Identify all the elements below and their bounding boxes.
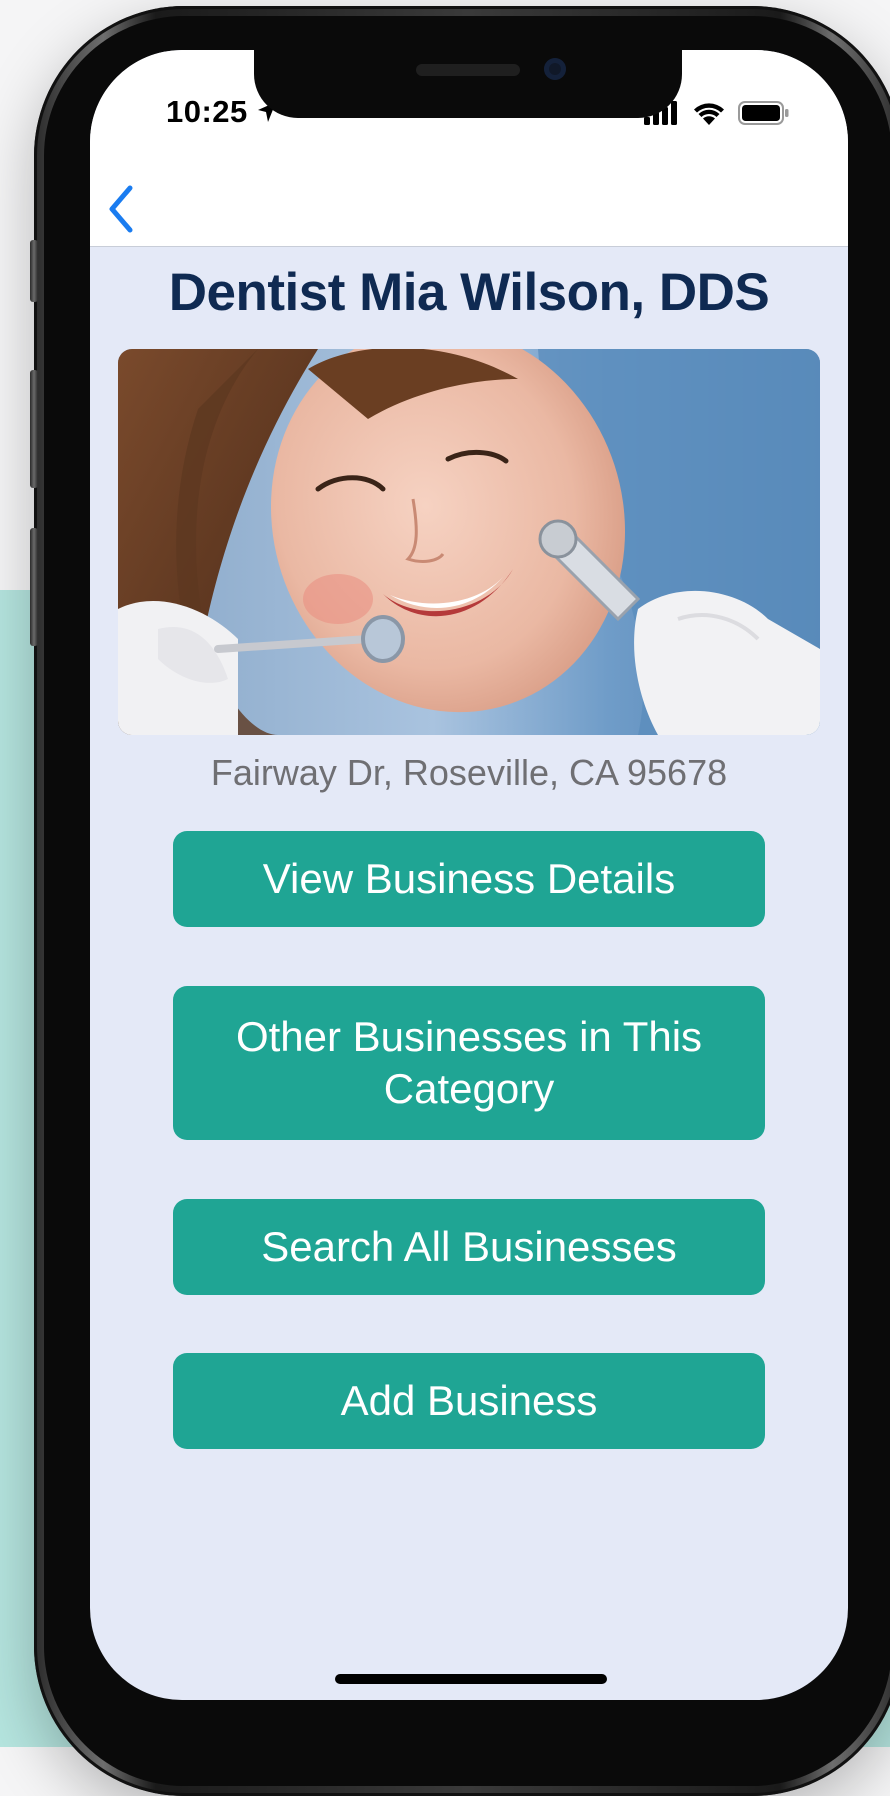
add-business-button[interactable]: Add Business <box>173 1353 765 1449</box>
business-title: Dentist Mia Wilson, DDS <box>168 263 770 322</box>
wifi-icon <box>692 100 726 131</box>
business-photo <box>118 349 820 735</box>
status-bar: 10:25 <box>90 50 848 170</box>
front-camera <box>544 58 566 80</box>
other-businesses-button[interactable]: Other Businesses in This Category <box>173 986 765 1140</box>
chevron-left-icon <box>102 185 142 238</box>
silent-switch <box>30 240 38 302</box>
camera-notch <box>254 50 682 118</box>
view-business-details-button[interactable]: View Business Details <box>173 831 765 927</box>
earpiece-speaker <box>416 64 520 76</box>
back-button[interactable] <box>102 184 142 234</box>
app-screen: 10:25 Dentist Mia Wilson, DDS Fairway Dr… <box>90 50 848 1700</box>
other-businesses-label: Other Businesses in This Category <box>235 1012 703 1113</box>
navigation-bar <box>90 170 848 247</box>
volume-up-button <box>30 370 38 488</box>
battery-icon <box>738 101 790 130</box>
home-indicator[interactable] <box>335 1674 607 1684</box>
status-time: 10:25 <box>166 94 248 129</box>
volume-down-button <box>30 528 38 646</box>
business-address: Fairway Dr, Roseville, CA 95678 <box>210 752 728 793</box>
search-all-businesses-button[interactable]: Search All Businesses <box>173 1199 765 1295</box>
